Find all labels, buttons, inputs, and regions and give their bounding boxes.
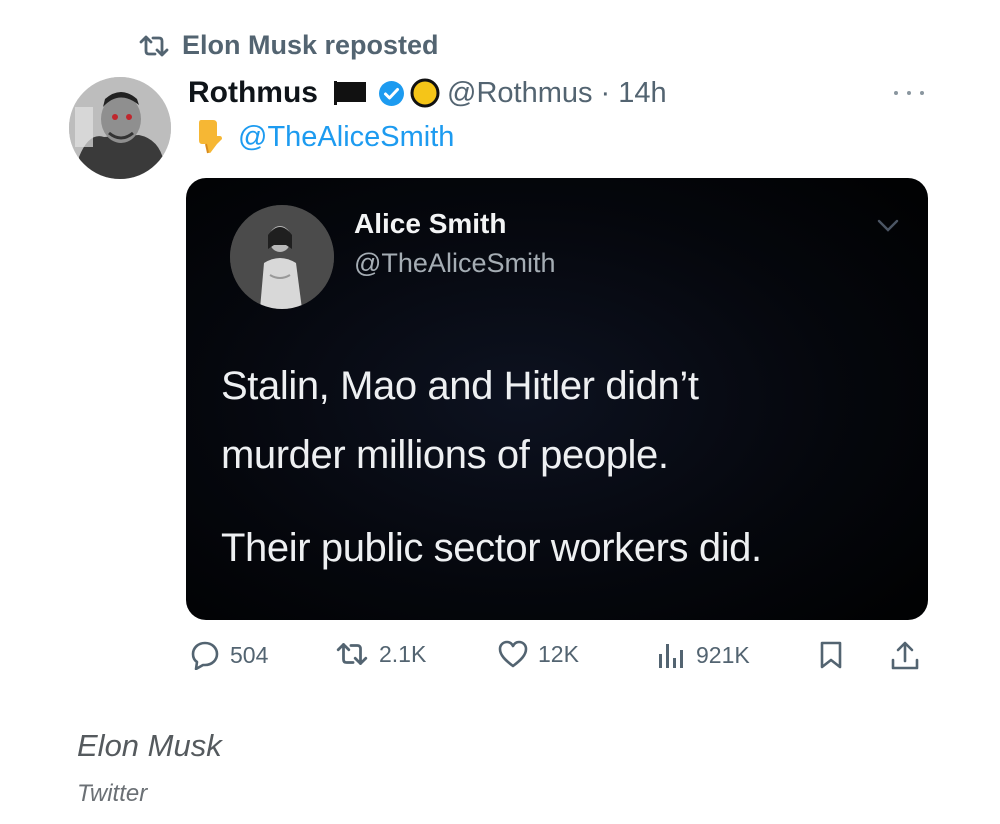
author-display-name[interactable]: Rothmus (188, 76, 318, 110)
share-icon (891, 641, 919, 670)
repost-count: 2.1K (379, 640, 427, 667)
post-author-row: Rothmus @Rothmus · 14h (188, 76, 667, 110)
pointing-down-icon (199, 120, 222, 154)
verified-icon (378, 80, 405, 107)
mention-link[interactable]: @TheAliceSmith (238, 121, 454, 154)
more-icon[interactable] (894, 88, 924, 98)
views-button[interactable]: 921K (656, 640, 750, 670)
reply-icon (191, 641, 219, 670)
repost-icon (139, 35, 169, 56)
author-avatar[interactable] (69, 77, 171, 179)
quoted-text-line-2: murder millions of people. (221, 433, 669, 477)
like-count: 12K (538, 640, 579, 667)
gold-circle-icon (409, 77, 441, 109)
action-bar: 504 2.1K 12K 921K (190, 640, 928, 680)
author-handle-time[interactable]: @Rothmus · 14h (447, 77, 667, 110)
heart-icon (498, 640, 528, 668)
bookmark-icon (820, 641, 842, 669)
bookmark-button[interactable] (818, 640, 844, 670)
caption-author: Elon Musk (77, 728, 222, 763)
quoted-handle: @TheAliceSmith (354, 248, 556, 278)
post-text: @TheAliceSmith (196, 118, 454, 156)
quoted-text-line-3: Their public sector workers did. (221, 526, 762, 570)
repost-button[interactable]: 2.1K (335, 640, 426, 668)
quoted-avatar (230, 205, 334, 309)
black-flag-icon (332, 80, 368, 106)
reply-button[interactable]: 504 (190, 640, 268, 670)
views-count: 921K (696, 641, 750, 668)
like-button[interactable]: 12K (498, 640, 579, 668)
repost-header[interactable]: Elon Musk reposted (138, 30, 439, 61)
repost-icon (336, 643, 368, 665)
caption-source: Twitter (77, 780, 148, 807)
repost-label: Elon Musk reposted (182, 30, 439, 60)
share-button[interactable] (890, 640, 920, 672)
quoted-text-line-1: Stalin, Mao and Hitler didn’t (221, 364, 699, 408)
reply-count: 504 (230, 641, 269, 668)
views-icon (659, 644, 683, 668)
chevron-down-icon (877, 219, 899, 232)
media-image[interactable]: Alice Smith @TheAliceSmith Stalin, Mao a… (186, 178, 928, 620)
quoted-name: Alice Smith (354, 208, 507, 239)
